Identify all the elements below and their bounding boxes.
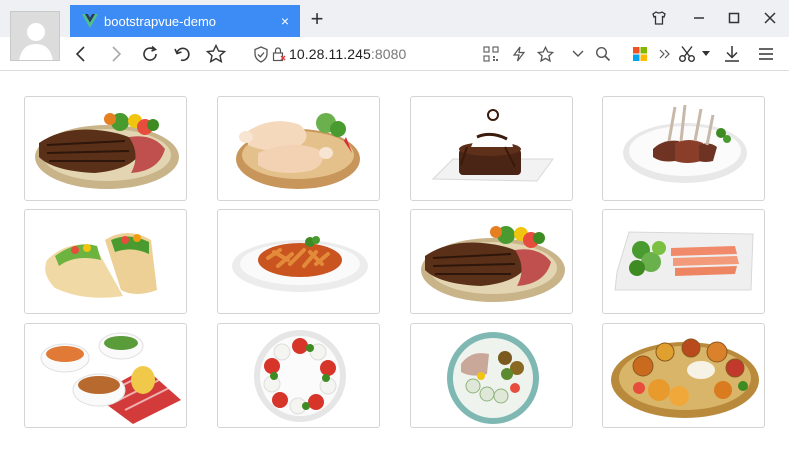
insecure-lock-icon[interactable]: [272, 47, 286, 67]
minimize-icon[interactable]: [688, 7, 710, 29]
indian-thali-icon: [611, 338, 759, 418]
more-extensions-icon[interactable]: [658, 43, 672, 65]
gallery-item[interactable]: [24, 209, 187, 314]
gallery-item[interactable]: [602, 209, 765, 314]
chocolate-cake-icon: [431, 109, 554, 182]
steak-plate-icon: [421, 226, 565, 302]
download-icon[interactable]: [721, 43, 743, 65]
browser-navbar: 10.28.11.245:8080: [0, 37, 789, 71]
tab-title: bootstrapvue-demo: [104, 13, 217, 29]
lightning-icon[interactable]: [508, 43, 530, 65]
shirt-skin-icon[interactable]: [648, 7, 670, 29]
gallery-item[interactable]: [217, 96, 380, 201]
gallery-item[interactable]: [410, 323, 573, 428]
maximize-icon[interactable]: [723, 7, 745, 29]
reload-icon[interactable]: [139, 43, 161, 65]
tab-bootstrapvue-demo[interactable]: bootstrapvue-demo ×: [70, 5, 300, 37]
gallery-item[interactable]: [24, 323, 187, 428]
search-icon[interactable]: [592, 43, 614, 65]
menu-icon[interactable]: [755, 43, 777, 65]
shield-icon[interactable]: [253, 46, 269, 68]
caprese-plate-icon: [254, 330, 346, 422]
forward-icon[interactable]: [105, 43, 127, 65]
close-window-icon[interactable]: [759, 7, 781, 29]
gallery-item[interactable]: [410, 209, 573, 314]
roast-chicken-icon: [236, 113, 360, 189]
tab-close-button[interactable]: ×: [276, 12, 294, 30]
steak-plate-icon: [35, 113, 179, 189]
pasta-bowl-icon: [232, 236, 368, 292]
side-dishes-icon: [40, 332, 181, 424]
chevron-down-icon[interactable]: [567, 43, 589, 65]
gallery-item[interactable]: [602, 323, 765, 428]
apps-grid-icon[interactable]: [629, 43, 651, 65]
favorite-star-icon[interactable]: [534, 43, 556, 65]
lamb-chops-icon: [623, 104, 747, 183]
salmon-salad-icon: [614, 231, 754, 291]
salad-bowl-icon: [447, 332, 539, 424]
gallery-item[interactable]: [602, 96, 765, 201]
scissors-dropdown-icon[interactable]: [700, 43, 712, 65]
undo-icon[interactable]: [171, 43, 193, 65]
new-tab-button[interactable]: +: [306, 8, 328, 31]
gallery-item[interactable]: [217, 209, 380, 314]
vue-logo-icon: [82, 13, 100, 29]
user-avatar-icon[interactable]: [10, 11, 60, 61]
tacos-icon: [45, 233, 157, 298]
gallery-item[interactable]: [410, 96, 573, 201]
browser-tabstrip: bootstrapvue-demo × +: [0, 0, 789, 37]
gallery-item[interactable]: [217, 323, 380, 428]
scissors-icon[interactable]: [676, 43, 698, 65]
back-icon[interactable]: [70, 43, 92, 65]
address-url[interactable]: 10.28.11.245:8080: [289, 46, 406, 62]
bookmark-star-icon[interactable]: [205, 43, 227, 65]
qr-code-icon[interactable]: [480, 43, 502, 65]
gallery-item[interactable]: [24, 96, 187, 201]
